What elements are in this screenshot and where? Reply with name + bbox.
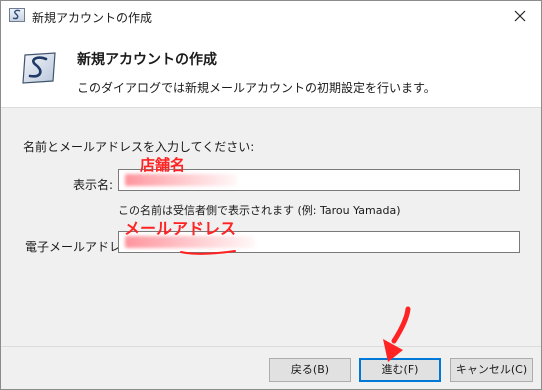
new-account-dialog: 新規アカウントの作成 新規アカウントの作成 このダイアログでは新規メールアカウン…	[0, 0, 542, 390]
header-banner: 新規アカウントの作成 このダイアログでは新規メールアカウントの初期設定を行います…	[1, 31, 541, 108]
email-annotation: メールアドレス	[124, 219, 237, 238]
mail-account-icon	[19, 51, 59, 85]
close-button[interactable]	[509, 5, 531, 27]
underline-scribble	[180, 250, 236, 255]
back-button[interactable]: 戻る(B)	[269, 358, 351, 382]
app-icon	[9, 8, 25, 22]
close-icon	[514, 10, 526, 22]
window-title: 新規アカウントの作成	[32, 11, 153, 25]
display-name-annotation: 店舗名	[140, 156, 186, 174]
title-bar: 新規アカウントの作成	[1, 1, 541, 31]
cancel-button[interactable]: キャンセル(C)	[450, 358, 533, 382]
display-name-label: 表示名:	[73, 178, 114, 192]
redacted-display-name	[125, 174, 237, 186]
header-title: 新規アカウントの作成	[77, 52, 217, 68]
red-arrow-icon	[383, 306, 411, 362]
section-label: 名前とメールアドレスを入力してください:	[23, 140, 255, 154]
header-description: このダイアログでは新規メールアカウントの初期設定を行います。	[77, 81, 436, 95]
